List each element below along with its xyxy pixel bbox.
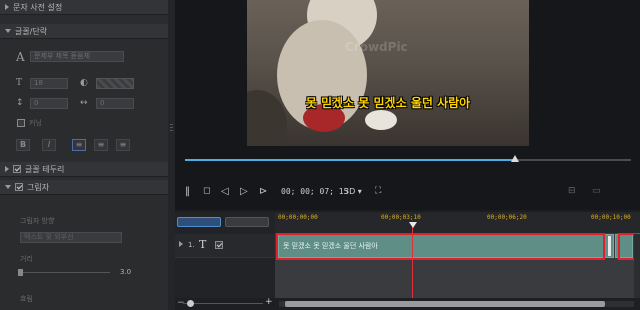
text-border-checkbox[interactable] [13, 165, 21, 173]
line-spacing-field[interactable]: 0 [30, 98, 68, 109]
preview-area: CrowdPic 못 믿겠소 못 믿겠소 울던 사람아 ‖ ◻ ◁ ▷ ⊳ 00… [175, 0, 640, 210]
ruler-label: 00;00;06;20 [487, 214, 527, 221]
kerning-label: 커닝 [29, 119, 42, 127]
timeline-horizontal-scrollbar[interactable] [279, 301, 634, 307]
scrubber-handle[interactable] [511, 155, 520, 162]
stop-icon[interactable]: ◻ [203, 186, 210, 196]
fullscreen-icon[interactable]: ⛶ [375, 186, 381, 196]
section-font-paragraph-title: 글꼴/단락 [15, 26, 48, 36]
section-text-border-title: 글꼴 테두리 [25, 164, 65, 174]
track-header: 1. T [175, 234, 275, 258]
expand-arrow-icon [5, 166, 9, 172]
tab-storyboard-view[interactable] [225, 217, 269, 227]
shadow-checkbox[interactable] [15, 183, 23, 191]
distance-label: 거리 [20, 255, 33, 263]
shadow-type-label: 그림자 방향 [20, 217, 55, 225]
shadow-type-dropdown[interactable]: 텍스트 및 외부선 [20, 232, 122, 243]
next-frame-icon[interactable]: ▷ [240, 186, 248, 197]
splitter-grip [170, 124, 173, 125]
font-size-field[interactable]: 18 [30, 78, 68, 89]
collapse-arrow-icon [5, 185, 11, 189]
ruler-label: 00;00;10;00 [591, 214, 631, 221]
font-size-icon: T [16, 78, 23, 88]
preview-scrubber[interactable] [185, 155, 631, 162]
scrollbar-thumb[interactable] [285, 301, 605, 307]
zoom-slider[interactable] [183, 300, 263, 307]
snapshot-icon[interactable]: ⊟ [568, 186, 576, 196]
char-spacing-icon: ↔ [80, 98, 88, 108]
distance-slider[interactable] [20, 272, 110, 273]
play-pause-icon[interactable]: ‖ [185, 186, 190, 197]
line-spacing-icon: ↕ [16, 98, 24, 108]
fast-forward-icon[interactable]: ⊳ [259, 186, 267, 197]
font-family-dropdown[interactable]: 문제부 제목 돋움체 [30, 51, 124, 62]
subtitle-track-lane[interactable]: 못 믿겠소 못 믿겠소 울던 사람아 [275, 233, 640, 298]
playhead-line[interactable] [412, 222, 413, 298]
distance-slider-handle[interactable] [18, 269, 23, 276]
distance-value: 3.0 [120, 268, 132, 276]
ruler-label: 00;00;00;00 [278, 214, 318, 221]
color-icon: ◐ [80, 78, 88, 88]
track-expand-icon[interactable] [179, 241, 183, 247]
highlight-box-clip [276, 233, 605, 260]
scrubber-progress [185, 159, 516, 161]
collapse-arrow-icon [5, 29, 11, 33]
align-right-button[interactable]: ≡ [116, 139, 130, 151]
section-shadow[interactable]: 그림자 [0, 180, 168, 195]
clip-trim-handle[interactable] [608, 236, 611, 256]
font-family-icon: A [16, 50, 25, 64]
kerning-checkbox[interactable] [17, 119, 25, 127]
expand-arrow-icon [5, 4, 9, 10]
zoom-slider-handle[interactable] [187, 300, 194, 307]
splitter-grip [170, 127, 173, 128]
time-ruler[interactable]: 00;00;00;00 00;00;03;10 00;00;06;20 00;0… [275, 212, 640, 234]
playhead-handle[interactable] [409, 222, 417, 228]
track-enable-checkbox[interactable] [215, 241, 223, 249]
align-left-button[interactable]: ≡ [72, 139, 86, 151]
section-font-paragraph[interactable]: 글꼴/단락 [0, 24, 168, 39]
char-spacing-field[interactable]: 0 [96, 98, 134, 109]
prev-frame-icon[interactable]: ◁ [221, 186, 229, 197]
timeline-area: 00;00;00;00 00;00;03;10 00;00;06;20 00;0… [175, 212, 640, 310]
watermark: CrowdPic [345, 40, 408, 54]
track-number: 1. [188, 241, 195, 249]
section-text-border[interactable]: 글꼴 테두리 [0, 162, 168, 177]
figure-shoes [365, 110, 397, 130]
display-icon[interactable]: ▭ [592, 186, 601, 196]
font-color-swatch[interactable] [96, 78, 134, 89]
align-center-button[interactable]: ≡ [94, 139, 108, 151]
bold-button[interactable]: B [16, 139, 30, 151]
zoom-in-icon[interactable]: + [265, 297, 273, 307]
panel-splitter[interactable] [168, 0, 175, 310]
subtitle-overlay: 못 믿겠소 못 믿겠소 울던 사람아 [305, 96, 471, 110]
section-char-preset[interactable]: 문자 사전 설정 [0, 0, 168, 15]
blur-label: 흐림 [20, 295, 33, 303]
tab-timeline-view[interactable] [177, 217, 221, 227]
video-frame[interactable]: CrowdPic 못 믿겠소 못 믿겠소 울던 사람아 [247, 0, 529, 146]
playback-controls: ‖ ◻ ◁ ▷ ⊳ 00; 00; 07; 15 3D ▾ ⛶ ⊟ ▭ [175, 183, 640, 203]
ruler-label: 00;00;03;10 [381, 214, 421, 221]
properties-panel: 문자 사전 설정 글꼴/단락 A 문제부 제목 돋움체 T 18 ◐ ↕ 0 ↔… [0, 0, 168, 310]
timeline-vertical-scrollbar[interactable] [634, 234, 640, 298]
timecode-display: 00; 00; 07; 15 [281, 187, 349, 196]
italic-button[interactable]: I [42, 139, 56, 151]
timeline-bottom-bar: − + [175, 297, 640, 310]
3d-mode-dropdown[interactable]: 3D ▾ [344, 187, 362, 196]
splitter-grip [170, 130, 173, 131]
section-shadow-title: 그림자 [27, 182, 50, 192]
kerning-option[interactable]: 커닝 [17, 118, 42, 128]
section-char-preset-title: 문자 사전 설정 [13, 2, 63, 12]
text-track-icon: T [199, 238, 207, 251]
track-view-tabs [177, 217, 273, 229]
